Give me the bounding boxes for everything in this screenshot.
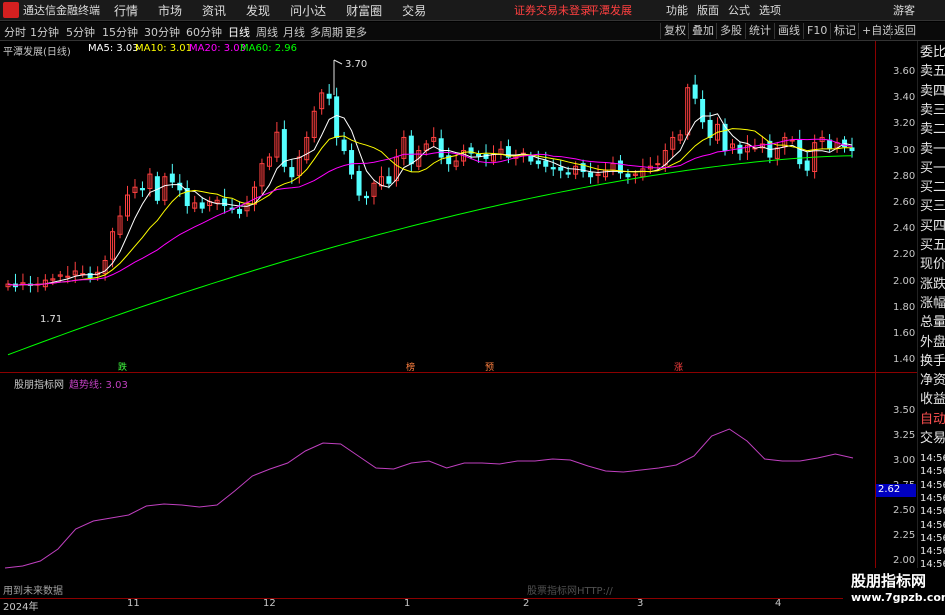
y-tick-label: 1.80 [893, 301, 916, 313]
price-chart[interactable] [0, 0, 875, 598]
sub-y-tick-label: 2.25 [893, 530, 916, 541]
signal-marker-down: 跌 [118, 363, 128, 373]
side-item[interactable]: 卖二 [920, 120, 945, 140]
candle-body [289, 167, 295, 178]
side-item[interactable]: 买二 [920, 178, 945, 198]
candle-body [364, 195, 370, 199]
sub-y-tick-label: 2.50 [893, 505, 916, 516]
x-label-apr: 4 [775, 598, 782, 609]
y-tick-label: 1.40 [893, 354, 916, 366]
sub-y-tick-label: 2.00 [893, 555, 916, 566]
candle-body [588, 172, 594, 178]
side-item[interactable]: 买五 [920, 236, 945, 256]
candle-body [222, 198, 228, 207]
y-tick-label: 2.80 [893, 170, 916, 182]
x-label-year: 2024年 [3, 602, 39, 613]
y-tick-label: 1.60 [893, 328, 916, 339]
candle-body [535, 160, 541, 165]
y-tick-label: 2.20 [893, 249, 916, 261]
side-item[interactable]: 现价 [920, 255, 945, 275]
side-item[interactable]: 总量 [920, 313, 945, 333]
y-tick-label: 3.60 [893, 66, 916, 77]
current-value-box: 2.62 [876, 484, 916, 497]
candle-body [65, 275, 71, 278]
quote-side-panel: 委比 卖五 卖四 卖三 卖二 卖一 买一 买二 买三 买四 买五 现价 涨跌 涨幅 总量 外盘 换手 净资 收益 自动… [917, 41, 945, 610]
candle-body [528, 155, 534, 162]
candle-body [356, 170, 362, 196]
side-item[interactable]: 委比 [920, 43, 945, 63]
side-item[interactable]: 涨幅 [920, 294, 945, 314]
user-guest[interactable]: 游客 [893, 2, 915, 18]
y-tick-label: 3.00 [893, 144, 916, 156]
watermark-title: 股朋指标网 [851, 572, 927, 590]
candle-body [326, 93, 332, 99]
signal-marker-up: 涨 [674, 363, 684, 373]
candle-body [341, 139, 347, 152]
x-label-jan: 1 [404, 598, 411, 609]
signal-marker-forecast: 预 [485, 363, 495, 373]
candle-body [565, 172, 571, 175]
side-item[interactable]: 买一 [920, 159, 945, 179]
site-watermark: 股朋指标网 www.7gpzb.com [843, 568, 945, 609]
side-item[interactable]: 卖四 [920, 82, 945, 102]
candle-body [139, 188, 145, 191]
candle-body [199, 202, 205, 209]
candle-body [543, 160, 549, 167]
candle-body [797, 139, 803, 165]
candle-body [386, 176, 392, 184]
candle-body [169, 173, 175, 183]
side-item[interactable]: 买三 [920, 197, 945, 217]
candle-body [438, 138, 444, 158]
candle-body [334, 96, 340, 138]
side-item[interactable]: 净资 [920, 371, 945, 391]
candle-body [558, 167, 564, 171]
candle-body [655, 163, 661, 166]
candle-body [550, 167, 556, 170]
high-marker-tick [333, 59, 343, 65]
candle-body [804, 160, 810, 171]
watermark-url: www.7gpzb.com [851, 591, 945, 604]
y-tick-label: 2.00 [893, 275, 916, 287]
high-label: 3.70 [345, 59, 368, 70]
signal-marker-list: 榜 [406, 363, 416, 373]
candle-body [408, 135, 414, 165]
side-item[interactable]: 卖三 [920, 101, 945, 121]
trend-line [4, 428, 854, 569]
x-label-feb: 2 [523, 598, 530, 609]
candle-body [700, 98, 706, 123]
candle-body [237, 208, 243, 214]
y-tick-label: 2.40 [893, 223, 916, 235]
x-label-mar: 3 [637, 598, 644, 609]
y-tick-label: 3.20 [893, 118, 916, 130]
ma20-line [7, 138, 853, 286]
sub-y-tick-label: 3.00 [893, 455, 916, 466]
x-label-nov: 11 [127, 598, 140, 609]
side-item[interactable]: 收益 [920, 390, 945, 410]
future-data-note: 用到未来数据 [3, 586, 63, 597]
side-item[interactable]: 卖一 [920, 140, 945, 160]
side-item[interactable]: 买四 [920, 217, 945, 237]
side-item[interactable]: 涨跌 [920, 275, 945, 295]
x-label-dec: 12 [263, 598, 276, 609]
candle-body [476, 153, 482, 157]
y-tick-label: 3.40 [893, 92, 916, 104]
candle-body [827, 139, 833, 149]
source-url-note: 股票指标网HTTP:// [527, 586, 613, 597]
y-axis-line [875, 41, 876, 599]
low-label: 1.71 [40, 314, 63, 325]
candle-body [707, 119, 713, 138]
side-item[interactable]: 换手 [920, 352, 945, 372]
side-item[interactable]: 自动 [920, 410, 945, 430]
side-item[interactable]: 交易 [920, 429, 945, 449]
candle-body [692, 84, 698, 99]
candle-body [625, 173, 631, 178]
sub-y-tick-label: 3.50 [893, 405, 916, 416]
side-item[interactable]: 外盘 [920, 333, 945, 353]
y-tick-label: 2.60 [893, 197, 916, 208]
btn-back[interactable]: 返回 [890, 23, 919, 39]
candle-body [349, 150, 355, 175]
sub-y-tick-label: 3.25 [893, 430, 916, 441]
side-item[interactable]: 卖五 [920, 62, 945, 82]
